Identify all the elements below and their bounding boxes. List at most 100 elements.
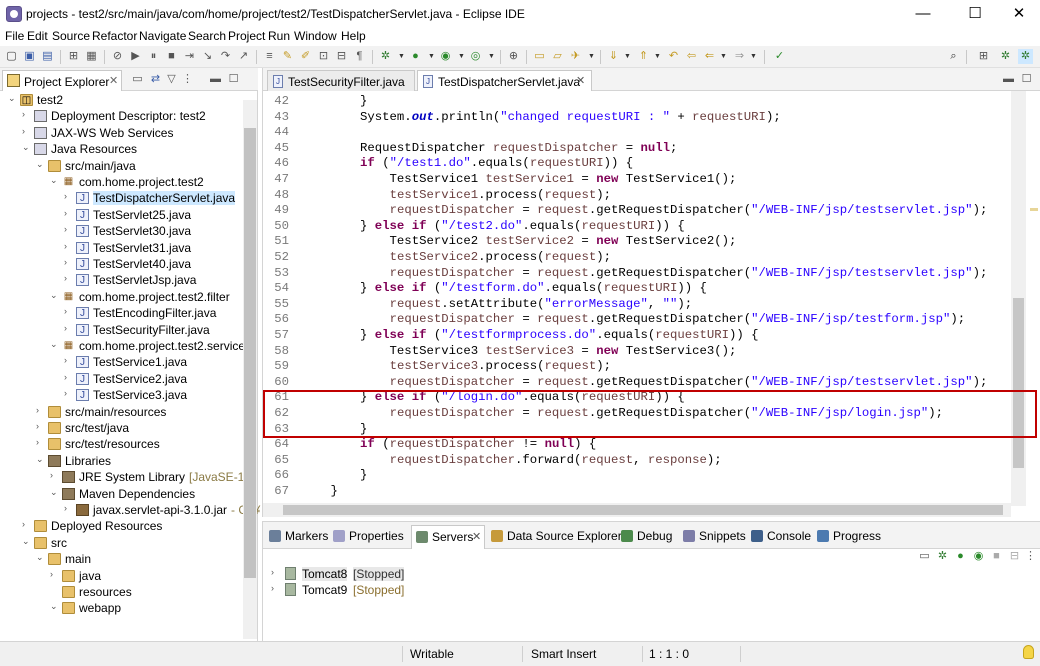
tip-lightbulb-icon[interactable] (1023, 645, 1034, 659)
minimize-icon[interactable]: ▬ (208, 72, 223, 87)
chevron-right-icon[interactable]: › (64, 191, 67, 201)
chevron-right-icon[interactable]: › (271, 583, 274, 593)
chevron-down-icon[interactable]: ▼ (716, 49, 731, 64)
chevron-down-icon[interactable]: ⌄ (50, 339, 58, 350)
tree-item[interactable]: ⌄ ▦ com.home.project.test2.service (0, 338, 258, 354)
disconnect-icon[interactable]: ⇥ (182, 49, 197, 64)
code-line[interactable]: requestDispatcher = request.getRequestDi… (301, 312, 966, 326)
tree-item[interactable]: ⌄ ▦ com.home.project.test2.filter (0, 289, 258, 305)
chevron-right-icon[interactable]: › (50, 569, 53, 579)
publish-icon[interactable]: ⊟ (1007, 549, 1022, 564)
tree-item[interactable]: › src/main/resources (0, 404, 258, 420)
open-type-icon[interactable]: ✎ (280, 49, 295, 64)
tree-item[interactable]: › J TestServlet30.java (0, 223, 258, 239)
code-line[interactable]: } else if ("/testformprocess.do".equals(… (301, 328, 759, 342)
tab-project-explorer[interactable]: Project Explorer ✕ (2, 70, 122, 91)
next-annotation-icon[interactable]: ⇓ (606, 49, 621, 64)
chevron-down-icon[interactable]: ▼ (454, 49, 469, 64)
chevron-down-icon[interactable]: ⌄ (50, 175, 58, 186)
chevron-right-icon[interactable]: › (64, 355, 67, 365)
chevron-down-icon[interactable]: ⌄ (36, 159, 44, 170)
code-line[interactable]: requestDispatcher = request.getRequestDi… (301, 203, 988, 217)
menu-navigate[interactable]: Navigate (139, 29, 186, 43)
close-icon[interactable]: ✕ (109, 74, 118, 87)
chevron-down-icon[interactable]: ▼ (584, 49, 599, 64)
chevron-right-icon[interactable]: › (64, 306, 67, 316)
minimize-icon[interactable]: ▬ (1001, 72, 1016, 87)
collapse-all-icon[interactable]: ▭ (917, 549, 932, 564)
save-all-icon[interactable]: ▤ (40, 49, 55, 64)
minimize-view-icon[interactable]: ▭ (130, 72, 145, 87)
code-line[interactable]: TestService2 testService2 = new TestServ… (301, 234, 737, 248)
chevron-right-icon[interactable]: › (64, 208, 67, 218)
overview-ruler-mark[interactable] (1030, 208, 1038, 211)
tree-item[interactable]: › src/test/java (0, 420, 258, 436)
open-project-icon[interactable]: ▱ (550, 49, 565, 64)
step-over-icon[interactable]: ↷ (218, 49, 233, 64)
tree-item[interactable]: › J TestDispatcherServlet.java (0, 190, 258, 206)
tree-item[interactable]: ⌄ Java Resources (0, 141, 258, 157)
format-icon[interactable]: ≡ (262, 49, 277, 64)
code-line[interactable]: } (301, 484, 338, 498)
tab-test-security-filter[interactable]: J TestSecurityFilter.java (267, 70, 415, 91)
tree-item[interactable]: ⌄ src/main/java (0, 158, 258, 174)
menu-edit[interactable]: Edit (27, 29, 48, 43)
chevron-right-icon[interactable]: › (64, 388, 67, 398)
tree-item[interactable]: › J TestServletJsp.java (0, 272, 258, 288)
menu-run[interactable]: Run (268, 29, 290, 43)
menu-refactor[interactable]: Refactor (92, 29, 137, 43)
back-arrow-icon[interactable]: ⇐ (702, 49, 717, 64)
chevron-right-icon[interactable]: › (64, 241, 67, 251)
server-item[interactable]: › Tomcat9 [Stopped] (271, 582, 404, 598)
print-icon[interactable]: ▦ (84, 49, 99, 64)
tab-servers[interactable]: Servers ✕ (411, 525, 485, 549)
chevron-right-icon[interactable]: › (64, 372, 67, 382)
close-icon[interactable]: ✕ (472, 530, 481, 543)
chevron-right-icon[interactable]: › (271, 567, 274, 577)
server-item[interactable]: › Tomcat8 [Stopped] (271, 566, 405, 582)
chevron-down-icon[interactable]: ⌄ (22, 536, 30, 547)
maximize-button[interactable]: ☐ (952, 0, 998, 29)
start-profile-icon[interactable]: ◉ (971, 549, 986, 564)
search-icon[interactable]: ⌕ (946, 49, 961, 64)
filter-icon[interactable]: ▽ (164, 72, 179, 87)
chevron-right-icon[interactable]: › (22, 109, 25, 119)
debug-perspective-icon[interactable]: ✲ (1018, 49, 1033, 64)
open-folder-icon[interactable]: ▭ (532, 49, 547, 64)
maximize-icon[interactable]: ☐ (226, 72, 241, 87)
chevron-right-icon[interactable]: › (22, 126, 25, 136)
tree-item[interactable]: › src/test/resources (0, 436, 258, 452)
menu-search[interactable]: Search (188, 29, 226, 43)
coverage-icon[interactable]: ◎ (468, 49, 483, 64)
chevron-down-icon[interactable]: ⌄ (36, 454, 44, 465)
chevron-down-icon[interactable]: ⌄ (50, 601, 58, 612)
tree-item[interactable]: › Deployed Resources (0, 518, 258, 534)
tree-item[interactable]: › J TestEncodingFilter.java (0, 305, 258, 321)
chevron-down-icon[interactable]: ▼ (650, 49, 665, 64)
project-explorer-scroll-thumb[interactable] (244, 128, 256, 578)
code-line[interactable]: TestService1 testService1 = new TestServ… (301, 172, 737, 186)
chevron-down-icon[interactable]: ▼ (746, 49, 761, 64)
chevron-down-icon[interactable]: ⌄ (36, 552, 44, 563)
code-line[interactable]: requestDispatcher.forward(request, respo… (301, 453, 722, 467)
block-select-icon[interactable]: ⊡ (316, 49, 331, 64)
code-area[interactable]: 42 } 43 System.out.println("changed reque… (263, 93, 1011, 503)
tree-item[interactable]: › J TestService3.java (0, 387, 258, 403)
tree-item[interactable]: ›javax.servlet-api-3.1.0.jar- C:\¥ (0, 502, 260, 518)
chevron-right-icon[interactable]: › (64, 273, 67, 283)
tree-item[interactable]: › Deployment Descriptor: test2 (0, 108, 258, 124)
chevron-down-icon[interactable]: ▼ (424, 49, 439, 64)
run-server-icon[interactable]: ◉ (438, 49, 453, 64)
tree-item[interactable]: ⌄ ▦ com.home.project.test2 (0, 174, 258, 190)
code-line[interactable]: TestService3 testService3 = new TestServ… (301, 344, 737, 358)
close-button[interactable]: ✕ (996, 0, 1040, 29)
tree-item[interactable]: ⌄ Libraries (0, 453, 258, 469)
menu-project[interactable]: Project (228, 29, 265, 43)
editor-horizontal-scroll-thumb[interactable] (283, 505, 1003, 515)
back-icon[interactable]: ⇦ (684, 49, 699, 64)
code-line[interactable]: if (requestDispatcher != null) { (301, 437, 596, 451)
minimize-button[interactable]: — (900, 0, 946, 29)
code-line[interactable]: request.setAttribute("errorMessage", "")… (301, 297, 693, 311)
last-edit-icon[interactable]: ↶ (666, 49, 681, 64)
menu-source[interactable]: Source (52, 29, 90, 43)
